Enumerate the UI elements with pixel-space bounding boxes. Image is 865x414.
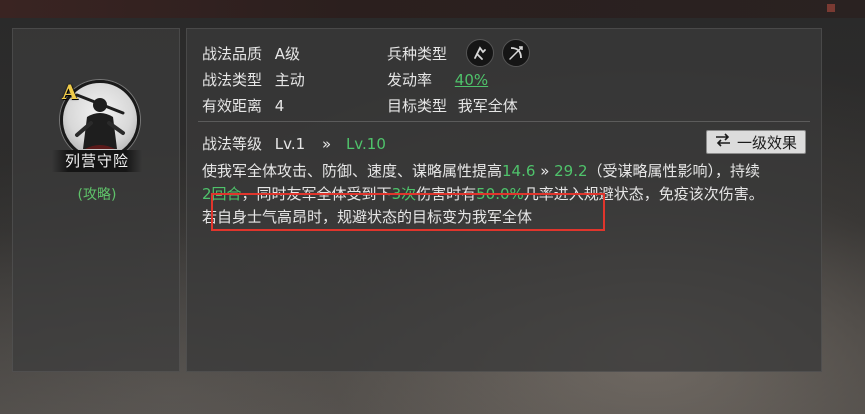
target-value: 我军全体 [457, 97, 518, 115]
target-row: 目标类型 我军全体 [387, 95, 518, 116]
level-row: 战法等级 Lv.1 » Lv.10 [202, 133, 386, 154]
current-level: Lv.1 [274, 135, 306, 153]
quality-value: A级 [274, 45, 301, 63]
desc-text-2: （受谋略属性影响），持续 [587, 162, 761, 180]
section-divider [198, 121, 810, 122]
trigger-rate-row: 发动率 40% [387, 69, 488, 90]
trigger-rate-label: 发动率 [387, 71, 433, 89]
tactic-name: 列营守险 [52, 150, 142, 172]
desc-text-1: 使我军全体攻击、防御、速度、谋略属性提高 [202, 162, 503, 180]
quality-row: 战法品质 A级 [202, 43, 300, 64]
tactic-grade-badge: A [62, 80, 78, 104]
level-arrow: » [321, 135, 332, 153]
level-effect-label: 一级效果 [736, 133, 797, 152]
trigger-rate-value: 40% [454, 71, 489, 89]
cavalry-icon [466, 39, 494, 67]
range-row: 有效距离 4 [202, 95, 284, 116]
level-label: 战法等级 [202, 135, 263, 153]
level-effect-button[interactable]: 一级效果 [706, 130, 806, 154]
troop-type-label: 兵种类型 [387, 45, 448, 63]
strategy-guide-link[interactable]: (攻略) [60, 184, 134, 204]
target-label: 目标类型 [387, 97, 448, 115]
quality-label: 战法品质 [202, 45, 263, 63]
type-label: 战法类型 [202, 71, 263, 89]
archer-icon [502, 39, 530, 67]
type-value: 主动 [274, 71, 305, 89]
desc-arrow: » [535, 162, 555, 180]
corner-mark [827, 4, 835, 12]
swap-arrows-icon [715, 133, 731, 151]
type-row: 战法类型 主动 [202, 69, 305, 90]
range-value: 4 [274, 97, 285, 115]
desc-boost-min: 14.6 [502, 162, 536, 180]
range-label: 有效距离 [202, 97, 263, 115]
annotation-highlight-box [211, 193, 605, 231]
max-level: Lv.10 [345, 135, 386, 153]
desc-boost-max: 29.2 [554, 162, 588, 180]
top-strip [0, 0, 865, 18]
